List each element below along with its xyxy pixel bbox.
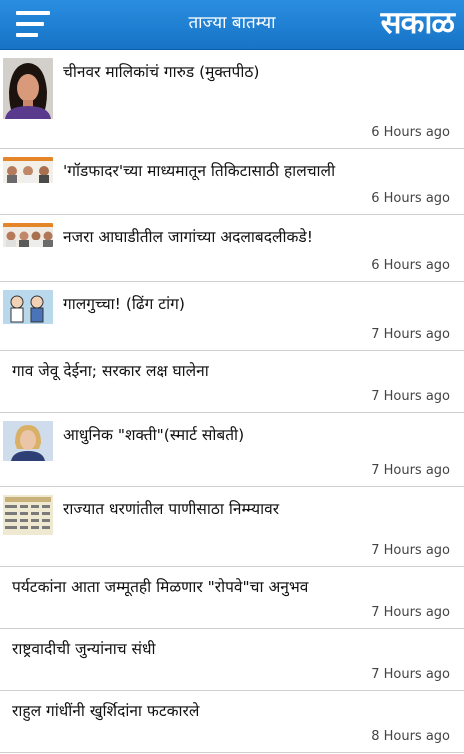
article-time: 6 Hours ago (371, 191, 450, 206)
article-thumbnail (3, 223, 53, 247)
article-headline: पर्यटकांना आता जम्मूतही मिळणार "रोपवे"चा… (12, 578, 309, 596)
article-thumbnail (3, 58, 53, 119)
article-time: 7 Hours ago (371, 667, 450, 682)
list-item[interactable]: गाव जेवू देईना; सरकार लक्ष घालेना 7 Hour… (0, 351, 464, 413)
list-item[interactable]: गालगुच्चा! (ढिंग टांग) 7 Hours ago (0, 282, 464, 351)
article-headline: चीनवर मालिकांचं गारुड (मुक्तपीठ) (63, 63, 260, 81)
article-headline: नजरा आघाडीतील जागांच्या अदलाबदलीकडे! (63, 228, 313, 246)
article-headline: गाव जेवू देईना; सरकार लक्ष घालेना (12, 362, 209, 380)
app-header: ताज्या बातम्या सकाळ (0, 0, 464, 50)
list-item[interactable]: राष्ट्रवादीची जुन्यांनाच संधी 7 Hours ag… (0, 629, 464, 691)
article-time: 6 Hours ago (371, 125, 450, 140)
article-headline: 'गॉडफादर'च्या माध्यमातून तिकिटासाठी हालच… (63, 162, 336, 180)
list-item[interactable]: पर्यटकांना आता जम्मूतही मिळणार "रोपवे"चा… (0, 567, 464, 629)
sakal-logo[interactable]: सकाळ (381, 3, 455, 43)
article-thumbnail (3, 157, 53, 183)
article-thumbnail (3, 290, 53, 324)
article-time: 7 Hours ago (371, 543, 450, 558)
article-time: 7 Hours ago (371, 463, 450, 478)
article-time: 7 Hours ago (371, 389, 450, 404)
article-headline: राहुल गांधींनी खुर्शिदांना फटकारले (12, 702, 200, 720)
list-item[interactable]: चीनवर मालिकांचं गारुड (मुक्तपीठ) 6 Hours… (0, 50, 464, 149)
article-thumbnail (3, 495, 53, 535)
list-item[interactable]: 'गॉडफादर'च्या माध्यमातून तिकिटासाठी हालच… (0, 149, 464, 215)
list-item[interactable]: राज्यात धरणांतील पाणीसाठा निम्म्यावर 7 H… (0, 487, 464, 567)
list-item[interactable]: नजरा आघाडीतील जागांच्या अदलाबदलीकडे! 6 H… (0, 215, 464, 282)
list-item[interactable]: आधुनिक "शक्ती"(स्मार्ट सोबती) 7 Hours ag… (0, 413, 464, 487)
article-time: 6 Hours ago (371, 258, 450, 273)
article-time: 7 Hours ago (371, 327, 450, 342)
article-time: 7 Hours ago (371, 605, 450, 620)
article-thumbnail (3, 421, 53, 461)
news-list: चीनवर मालिकांचं गारुड (मुक्तपीठ) 6 Hours… (0, 50, 464, 753)
article-headline: गालगुच्चा! (ढिंग टांग) (63, 295, 185, 313)
article-headline: राष्ट्रवादीची जुन्यांनाच संधी (12, 640, 156, 658)
article-time: 8 Hours ago (371, 729, 450, 744)
list-item[interactable]: राहुल गांधींनी खुर्शिदांना फटकारले 8 Hou… (0, 691, 464, 753)
article-headline: राज्यात धरणांतील पाणीसाठा निम्म्यावर (63, 500, 280, 518)
article-headline: आधुनिक "शक्ती"(स्मार्ट सोबती) (63, 426, 245, 444)
